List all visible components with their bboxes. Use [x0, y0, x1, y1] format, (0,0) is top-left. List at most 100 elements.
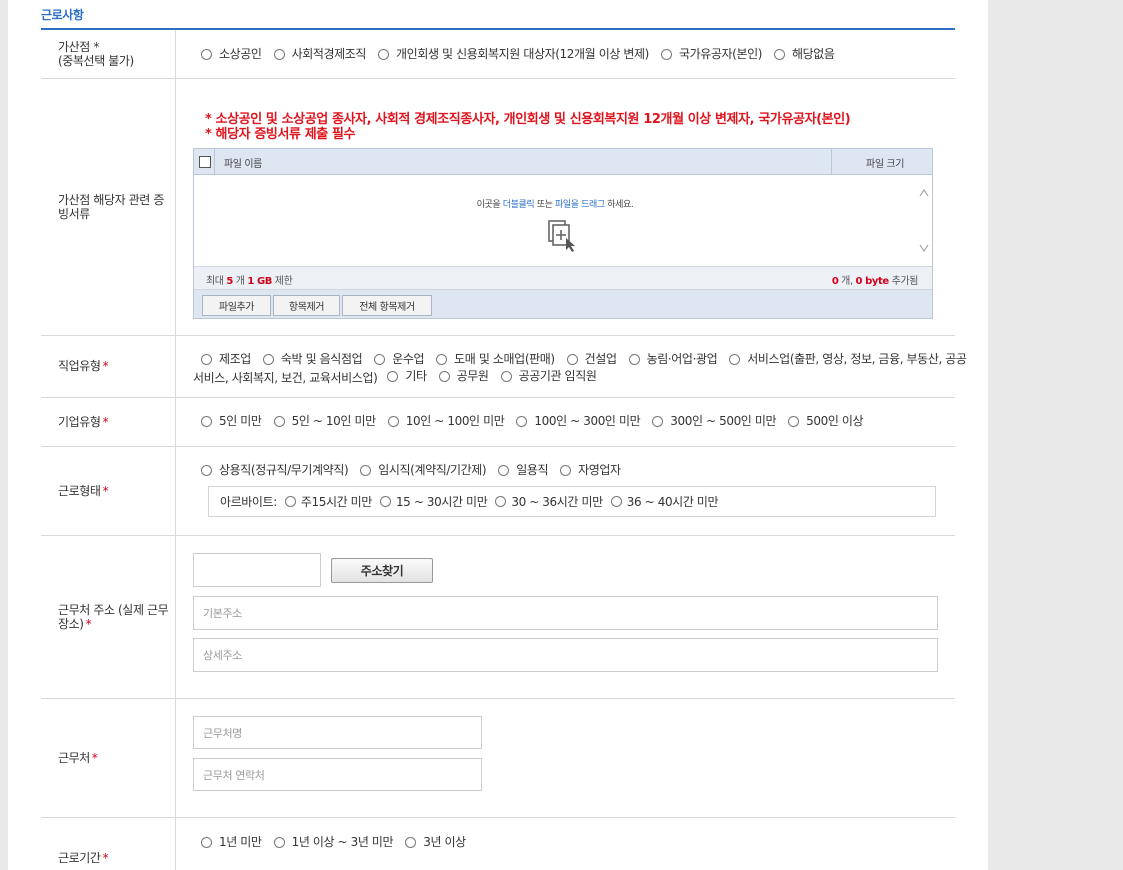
radio-company-2[interactable]: 10인 ~ 100인 미만	[387, 414, 505, 429]
parttime-label: 아르바이트:	[220, 495, 277, 509]
company-type-options: 5인 미만 5인 ~ 10인 미만 10인 ~ 100인 미만 100인 ~ 300인…	[201, 414, 943, 431]
file-drop-area[interactable]: 이곳을 더블클릭 또는 파일을 드래그 하세요.	[194, 175, 932, 267]
scrollbar[interactable]	[916, 175, 932, 266]
radio-job-8[interactable]: 공무원	[438, 369, 489, 384]
added-text: 0 개, 0 byte 추가됨	[831, 276, 919, 287]
radio-job-2[interactable]: 운수업	[374, 352, 425, 367]
radio-job-1[interactable]: 숙박 및 음식점업	[262, 352, 363, 367]
radio-circle	[774, 49, 786, 60]
radio-circle	[660, 49, 672, 60]
radio-company-4[interactable]: 300인 ~ 500인 미만	[652, 414, 777, 429]
bonus-label-cell: 가산점 * (중복선택 불가)	[41, 30, 176, 78]
radio-job-5[interactable]: 농림·어업·광업	[628, 352, 718, 367]
radio-circle	[201, 49, 212, 60]
uploader-buttons: 파일추가 항목제거 전체 항목제거	[194, 290, 932, 318]
proof-label: 가산점 해당자 관련 증빙서류	[58, 192, 165, 221]
work-form-label-cell: 근로형태 *	[41, 446, 176, 535]
required-mark: *	[102, 359, 109, 373]
base-address-input[interactable]: 기본주소	[193, 596, 938, 630]
radio-job-4[interactable]: 건설업	[566, 352, 617, 367]
select-all-checkbox[interactable]	[199, 156, 211, 168]
company-type-label-cell: 기업유형 *	[41, 397, 176, 446]
col-file-size: 파일 크기	[866, 159, 904, 170]
remove-all-button[interactable]: 전체 항목제거	[342, 295, 432, 316]
job-type-options: 제조업 숙박 및 음식점업 운수업 도매 및 소매업(판매) 건설업 농림·어업·광업 서비…	[193, 352, 967, 386]
proof-notice-2: * 해당자 증빙서류 제출 필수	[205, 127, 356, 142]
detail-address-input[interactable]: 상세주소	[193, 638, 938, 672]
parttime-box: 아르바이트: 주15시간 미만 15 ~ 30시간 미만 30 ~ 36시간 미만 36…	[208, 486, 936, 517]
company-type-label: 기업유형	[58, 414, 101, 429]
required-mark: *	[102, 414, 109, 429]
add-file-icon	[548, 220, 575, 252]
period-label: 근로기간	[58, 851, 101, 865]
address-label: 근무처 주소 (실제 근무장소)	[58, 602, 169, 631]
radio-company-0[interactable]: 5인 미만	[201, 414, 262, 429]
required-mark: *	[93, 40, 99, 54]
work-form-options: 상용직(정규직/무기계약직) 임시직(계약직/기간제) 일용직 자영업자	[201, 463, 943, 480]
radio-circle	[378, 49, 390, 60]
workplace-name-input[interactable]: 근무처명	[193, 716, 482, 749]
job-type-label-cell: 직업유형 *	[41, 335, 176, 397]
required-mark: *	[85, 616, 92, 631]
radio-job-3[interactable]: 도매 및 소매업(판매)	[436, 352, 555, 367]
address-label-cell: 근무처 주소 (실제 근무장소) *	[41, 535, 176, 698]
radio-period-0[interactable]: 1년 미만	[201, 835, 262, 850]
radio-period-2[interactable]: 3년 이상	[405, 835, 466, 850]
radio-bonus-2[interactable]: 개인회생 및 신용회복지원 대상자(12개월 이상 변제)	[378, 47, 649, 62]
radio-company-5[interactable]: 500인 이상	[788, 414, 864, 429]
col-file-name: 파일 이름	[224, 159, 262, 170]
radio-parttime-3[interactable]: 36 ~ 40시간 미만	[610, 493, 719, 510]
section-title: 근로사항	[41, 8, 84, 22]
required-mark: *	[102, 851, 109, 865]
row-company-type: 기업유형 * 5인 미만 5인 ~ 10인 미만 10인 ~ 100인 미만 100인 …	[41, 397, 955, 447]
radio-workform-1[interactable]: 임시직(계약직/기간제)	[360, 463, 487, 478]
row-work-form: 근로형태 * 상용직(정규직/무기계약직) 임시직(계약직/기간제) 일용직 자영업자 …	[41, 446, 955, 536]
radio-company-1[interactable]: 5인 ~ 10인 미만	[273, 414, 376, 429]
workplace-contact-input[interactable]: 근무처 연락처	[193, 758, 482, 791]
proof-notice-1: * 소상공인 및 소상공업 종사자, 사회적 경제조직종사자, 개인회생 및 신…	[205, 112, 851, 127]
radio-company-3[interactable]: 100인 ~ 300인 미만	[516, 414, 641, 429]
row-bonus: 가산점 * (중복선택 불가) 소상공인 사회적경제조직 개인회생 및 신용회복지원 …	[41, 30, 955, 79]
required-mark: *	[102, 483, 109, 498]
work-form-label: 근로형태	[58, 483, 101, 498]
radio-bonus-0[interactable]: 소상공인	[201, 47, 262, 62]
workplace-label-cell: 근무처 *	[41, 698, 176, 817]
radio-workform-3[interactable]: 자영업자	[560, 463, 621, 478]
radio-job-7[interactable]: 기타	[387, 369, 427, 384]
row-workplace: 근무처 * 근무처명 근무처 연락처	[41, 698, 955, 818]
period-options: 1년 미만 1년 이상 ~ 3년 미만 3년 이상	[201, 835, 943, 852]
zipcode-input[interactable]	[193, 553, 321, 587]
uploader-header: 파일 이름 파일 크기	[194, 149, 932, 175]
add-file-button[interactable]: 파일추가	[202, 295, 271, 316]
remove-item-button[interactable]: 항목제거	[273, 295, 340, 316]
radio-bonus-4[interactable]: 해당없음	[774, 47, 835, 62]
radio-circle	[273, 49, 285, 60]
radio-bonus-1[interactable]: 사회적경제조직	[273, 47, 366, 62]
radio-period-1[interactable]: 1년 이상 ~ 3년 미만	[273, 835, 394, 850]
required-mark: *	[91, 750, 98, 765]
proof-label-cell: 가산점 해당자 관련 증빙서류	[41, 78, 176, 335]
bonus-label: 가산점	[58, 40, 90, 54]
radio-bonus-3[interactable]: 국가유공자(본인)	[660, 47, 762, 62]
proof-notice: * 소상공인 및 소상공업 종사자, 사회적 경제조직종사자, 개인회생 및 신…	[205, 112, 851, 142]
file-uploader: 파일 이름 파일 크기 이곳을 더블클릭 또는 파일을 드래그 하세요. 최대 …	[193, 148, 933, 319]
bonus-label-note: (중복선택 불가)	[58, 54, 134, 68]
radio-parttime-2[interactable]: 30 ~ 36시간 미만	[495, 493, 603, 510]
page: 근로사항 가산점 * (중복선택 불가) 소상공인 사회적경제조직 개인회생 및 신용…	[8, 0, 988, 870]
row-job-type: 직업유형 * 제조업 숙박 및 음식점업 운수업 도매 및 소매업(판매) 건설업 농림·어…	[41, 335, 967, 398]
row-address: 근무처 주소 (실제 근무장소) * 주소찾기 기본주소 상세주소	[41, 535, 955, 699]
bonus-options: 소상공인 사회적경제조직 개인회생 및 신용회복지원 대상자(12개월 이상 변제)…	[201, 47, 943, 64]
drop-hint: 이곳을 더블클릭 또는 파일을 드래그 하세요.	[476, 200, 634, 210]
workplace-label: 근무처	[58, 750, 90, 765]
radio-job-0[interactable]: 제조업	[201, 352, 251, 367]
address-search-button[interactable]: 주소찾기	[331, 558, 433, 583]
radio-job-6[interactable]: 서비스업(출판, 영상, 정보, 금융, 부동산, 공공	[729, 352, 967, 367]
radio-workform-2[interactable]: 일용직	[498, 463, 549, 478]
job-type-label: 직업유형	[58, 359, 101, 373]
radio-workform-0[interactable]: 상용직(정규직/무기계약직)	[201, 463, 349, 478]
period-label-cell: 근로기간 *	[41, 817, 176, 870]
radio-parttime-1[interactable]: 15 ~ 30시간 미만	[379, 493, 488, 510]
radio-job-9[interactable]: 공공기관 임직원	[500, 369, 597, 384]
radio-parttime-0[interactable]: 주15시간 미만	[284, 493, 372, 510]
uploader-status: 최대 5 개 1 GB 제한 0 개, 0 byte 추가됨	[194, 267, 932, 290]
